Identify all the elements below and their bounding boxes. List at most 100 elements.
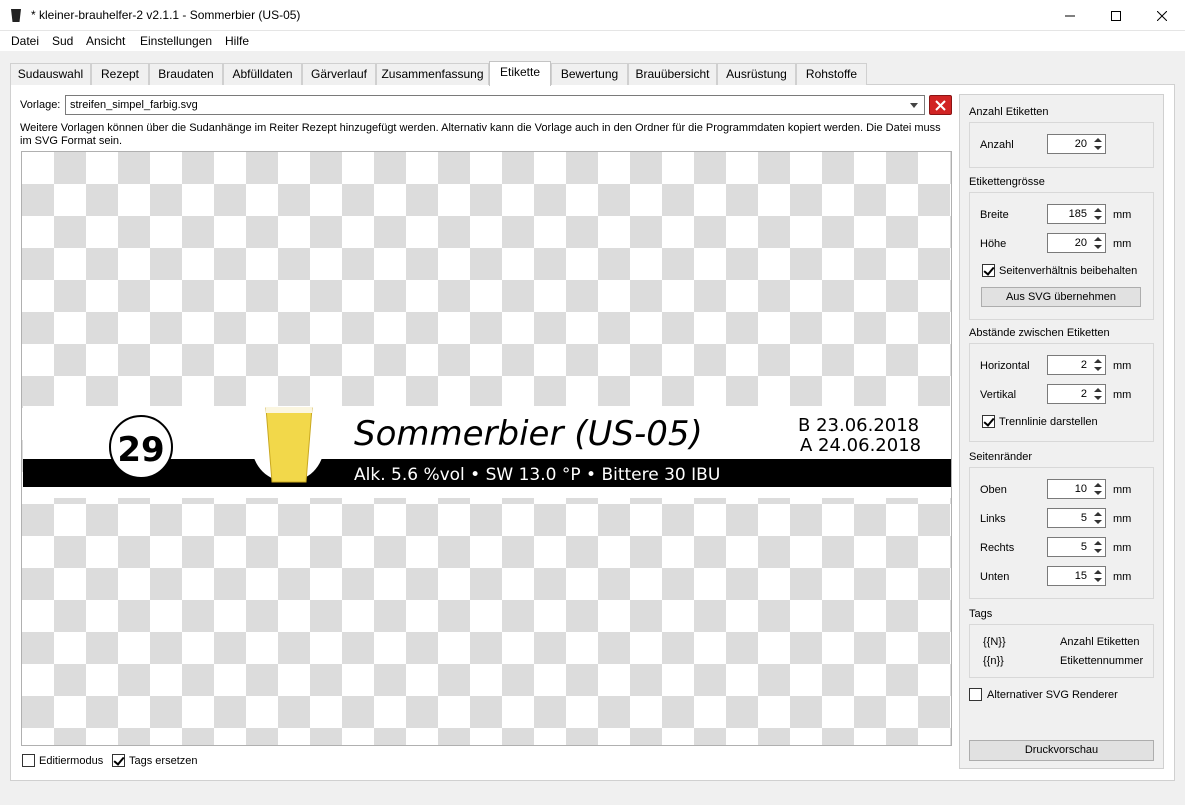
tag-number-token: {{n}}: [983, 655, 1004, 667]
window-title: * kleiner-brauhelfer-2 v2.1.1 - Sommerbi…: [31, 8, 301, 22]
menu-datei[interactable]: Datei: [11, 34, 39, 48]
keep-ratio-checkbox[interactable]: [982, 264, 995, 277]
top-margin-spinbox[interactable]: 10: [1047, 479, 1106, 499]
tab-brauuebersicht[interactable]: Brauübersicht: [628, 63, 717, 85]
menu-sud[interactable]: Sud: [52, 34, 73, 48]
tag-count-token: {{N}}: [983, 636, 1006, 648]
tab-etikette[interactable]: Etikette: [489, 61, 551, 86]
horizontal-unit: mm: [1113, 360, 1132, 372]
label-stats: Alk. 5.6 %vol • SW 13.0 °P • Bittere 30 …: [354, 465, 720, 485]
tab-ausruestung[interactable]: Ausrüstung: [717, 63, 796, 85]
keep-ratio-label: Seitenverhältnis beibehalten: [999, 265, 1138, 277]
tab-zusammenfassung[interactable]: Zusammenfassung: [376, 63, 489, 85]
edit-mode-checkbox[interactable]: [22, 754, 35, 767]
alt-renderer-label: Alternativer SVG Renderer: [987, 689, 1118, 701]
spin-up-icon[interactable]: [1091, 567, 1105, 576]
spin-down-icon[interactable]: [1091, 547, 1105, 556]
right-margin-label: Rechts: [980, 542, 1015, 554]
tag-count-desc: Anzahl Etiketten: [1060, 636, 1140, 648]
remove-template-button[interactable]: [929, 95, 952, 115]
menu-hilfe[interactable]: Hilfe: [225, 34, 249, 48]
from-svg-button[interactable]: Aus SVG übernehmen: [981, 287, 1141, 307]
tab-sudauswahl[interactable]: Sudauswahl: [10, 63, 91, 85]
spin-down-icon[interactable]: [1091, 144, 1105, 153]
tab-bewertung[interactable]: Bewertung: [551, 63, 628, 85]
left-margin-unit: mm: [1113, 513, 1132, 525]
tab-braudaten[interactable]: Braudaten: [149, 63, 223, 85]
right-margin-value: 5: [1080, 541, 1087, 553]
spin-up-icon[interactable]: [1091, 234, 1105, 243]
maximize-icon: [1111, 10, 1121, 21]
separator-label: Trennlinie darstellen: [999, 416, 1098, 428]
label-beer-name: Sommerbier (US-05): [354, 414, 703, 454]
title-bar: * kleiner-brauhelfer-2 v2.1.1 - Sommerbi…: [0, 0, 1185, 31]
top-margin-unit: mm: [1113, 484, 1132, 496]
label-preview-canvas[interactable]: 29 Sommerbier (US-05) B 23.06.2018 A 24.…: [21, 151, 952, 746]
separator-checkbox[interactable]: [982, 415, 995, 428]
vertical-value: 2: [1080, 388, 1087, 400]
spin-up-icon[interactable]: [1091, 135, 1105, 144]
height-spinbox[interactable]: 20: [1047, 233, 1106, 253]
top-margin-label: Oben: [980, 484, 1007, 496]
width-unit: mm: [1113, 209, 1132, 221]
left-margin-spinbox[interactable]: 5: [1047, 508, 1106, 528]
replace-tags-checkbox[interactable]: [112, 754, 125, 767]
right-margin-spinbox[interactable]: 5: [1047, 537, 1106, 557]
vertical-label: Vertikal: [980, 389, 1017, 401]
tab-abfuelldaten[interactable]: Abfülldaten: [223, 63, 302, 85]
spin-down-icon[interactable]: [1091, 214, 1105, 223]
width-spinbox[interactable]: 185: [1047, 204, 1106, 224]
tab-rezept[interactable]: Rezept: [91, 63, 149, 85]
left-margin-label: Links: [980, 513, 1006, 525]
spacing-group-title: Abstände zwischen Etiketten: [969, 327, 1110, 339]
size-group-title: Etikettengrösse: [969, 176, 1045, 188]
spin-up-icon[interactable]: [1091, 385, 1105, 394]
horizontal-value: 2: [1080, 359, 1087, 371]
spin-up-icon[interactable]: [1091, 356, 1105, 365]
height-unit: mm: [1113, 238, 1132, 250]
print-preview-button[interactable]: Druckvorschau: [969, 740, 1154, 761]
label-brew-date: B 23.06.2018: [798, 415, 919, 436]
replace-tags-label: Tags ersetzen: [129, 755, 198, 767]
minimize-button[interactable]: [1047, 0, 1093, 31]
width-label: Breite: [980, 209, 1009, 221]
left-margin-value: 5: [1080, 512, 1087, 524]
top-margin-value: 10: [1074, 483, 1087, 495]
maximize-button[interactable]: [1093, 0, 1139, 31]
spin-down-icon[interactable]: [1091, 489, 1105, 498]
edit-mode-label: Editiermodus: [39, 755, 104, 767]
height-label: Höhe: [980, 238, 1007, 250]
spin-down-icon[interactable]: [1091, 243, 1105, 252]
tags-group: [969, 624, 1154, 678]
delete-x-icon: [935, 99, 946, 111]
template-combobox[interactable]: streifen_simpel_farbig.svg: [65, 95, 925, 115]
bottom-margin-label: Unten: [980, 571, 1010, 583]
margins-group-title: Seitenränder: [969, 451, 1032, 463]
close-button[interactable]: [1139, 0, 1185, 31]
horizontal-label: Horizontal: [980, 360, 1030, 372]
vertical-spinbox[interactable]: 2: [1047, 384, 1106, 404]
minimize-icon: [1065, 15, 1075, 16]
label-number: 29: [117, 430, 164, 470]
count-group-title: Anzahl Etiketten: [969, 106, 1049, 118]
spin-down-icon[interactable]: [1091, 576, 1105, 585]
bottom-margin-spinbox[interactable]: 15: [1047, 566, 1106, 586]
spin-down-icon[interactable]: [1091, 518, 1105, 527]
spin-down-icon[interactable]: [1091, 365, 1105, 374]
horizontal-spinbox[interactable]: 2: [1047, 355, 1106, 375]
close-icon: [1157, 10, 1167, 21]
tab-gaerverlauf[interactable]: Gärverlauf: [302, 63, 376, 85]
menu-einstellungen[interactable]: Einstellungen: [140, 34, 212, 48]
spin-up-icon[interactable]: [1091, 205, 1105, 214]
spin-up-icon[interactable]: [1091, 509, 1105, 518]
beer-glass-app-icon: [11, 9, 21, 22]
menu-ansicht[interactable]: Ansicht: [86, 34, 125, 48]
tab-rohstoffe[interactable]: Rohstoffe: [796, 63, 867, 85]
alt-renderer-checkbox[interactable]: [969, 688, 982, 701]
menu-bar: Datei Sud Ansicht Einstellungen Hilfe: [0, 31, 1185, 51]
spin-up-icon[interactable]: [1091, 538, 1105, 547]
spin-up-icon[interactable]: [1091, 480, 1105, 489]
tag-number-desc: Etikettennummer: [1060, 655, 1144, 667]
spin-down-icon[interactable]: [1091, 394, 1105, 403]
count-spinbox[interactable]: 20: [1047, 134, 1106, 154]
